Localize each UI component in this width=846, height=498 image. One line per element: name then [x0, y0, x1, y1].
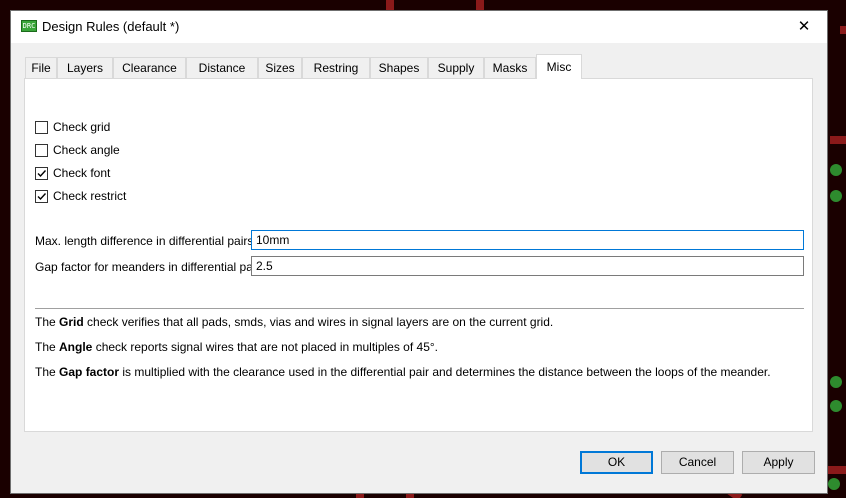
- check-angle-label: Check angle: [53, 143, 120, 157]
- eagle-app-icon: DRC: [21, 20, 37, 32]
- help-angle-bold: Angle: [59, 340, 93, 354]
- misc-tab-panel: Check grid Check angle Check font Check …: [24, 78, 813, 432]
- checkbox-unchecked[interactable]: [35, 121, 48, 134]
- tab-masks[interactable]: Masks: [484, 57, 536, 78]
- help-gap-bold: Gap factor: [59, 365, 120, 379]
- help-angle-post: check reports signal wires that are not …: [92, 340, 438, 354]
- help-grid-pre: The: [35, 315, 60, 329]
- design-rules-dialog: DRC Design Rules (default *) ✕ File Laye…: [10, 10, 828, 494]
- tab-restring[interactable]: Restring: [302, 57, 370, 78]
- cancel-button[interactable]: Cancel: [661, 451, 734, 474]
- tab-misc[interactable]: Misc: [536, 54, 582, 79]
- help-gap-pre: The: [35, 365, 60, 379]
- help-grid-bold: Grid: [59, 315, 84, 329]
- help-gap-post: is multiplied with the clearance used in…: [119, 365, 771, 379]
- window-title: Design Rules (default *): [42, 19, 180, 34]
- max-length-input[interactable]: 10mm: [251, 230, 804, 250]
- checkmark-icon: [37, 170, 47, 178]
- max-length-label: Max. length difference in differential p…: [35, 234, 254, 248]
- tab-distance[interactable]: Distance: [186, 57, 258, 78]
- ok-button[interactable]: OK: [580, 451, 653, 474]
- divider: [35, 308, 804, 309]
- check-grid-label: Check grid: [53, 120, 111, 134]
- tab-sizes[interactable]: Sizes: [258, 57, 302, 78]
- checkbox-unchecked[interactable]: [35, 144, 48, 157]
- title-bar: DRC Design Rules (default *) ✕: [11, 11, 827, 43]
- help-angle: The Angle check reports signal wires tha…: [35, 340, 438, 354]
- tab-shapes[interactable]: Shapes: [370, 57, 428, 78]
- check-restrict-label: Check restrict: [53, 189, 127, 203]
- help-angle-pre: The: [35, 340, 60, 354]
- gap-factor-input[interactable]: 2.5: [251, 256, 804, 276]
- apply-button[interactable]: Apply: [742, 451, 815, 474]
- tab-layers[interactable]: Layers: [57, 57, 113, 78]
- tab-file[interactable]: File: [25, 57, 57, 78]
- checkbox-checked[interactable]: [35, 190, 48, 203]
- help-grid-post: check verifies that all pads, smds, vias…: [83, 315, 554, 329]
- checkmark-icon: [37, 193, 47, 201]
- tab-clearance[interactable]: Clearance: [113, 57, 186, 78]
- check-font-label: Check font: [53, 166, 111, 180]
- tab-supply[interactable]: Supply: [428, 57, 484, 78]
- help-grid: The Grid check verifies that all pads, s…: [35, 315, 553, 329]
- checkbox-checked[interactable]: [35, 167, 48, 180]
- close-icon[interactable]: ✕: [781, 11, 827, 43]
- help-gap: The Gap factor is multiplied with the cl…: [35, 365, 771, 379]
- gap-factor-label: Gap factor for meanders in differential …: [35, 260, 266, 274]
